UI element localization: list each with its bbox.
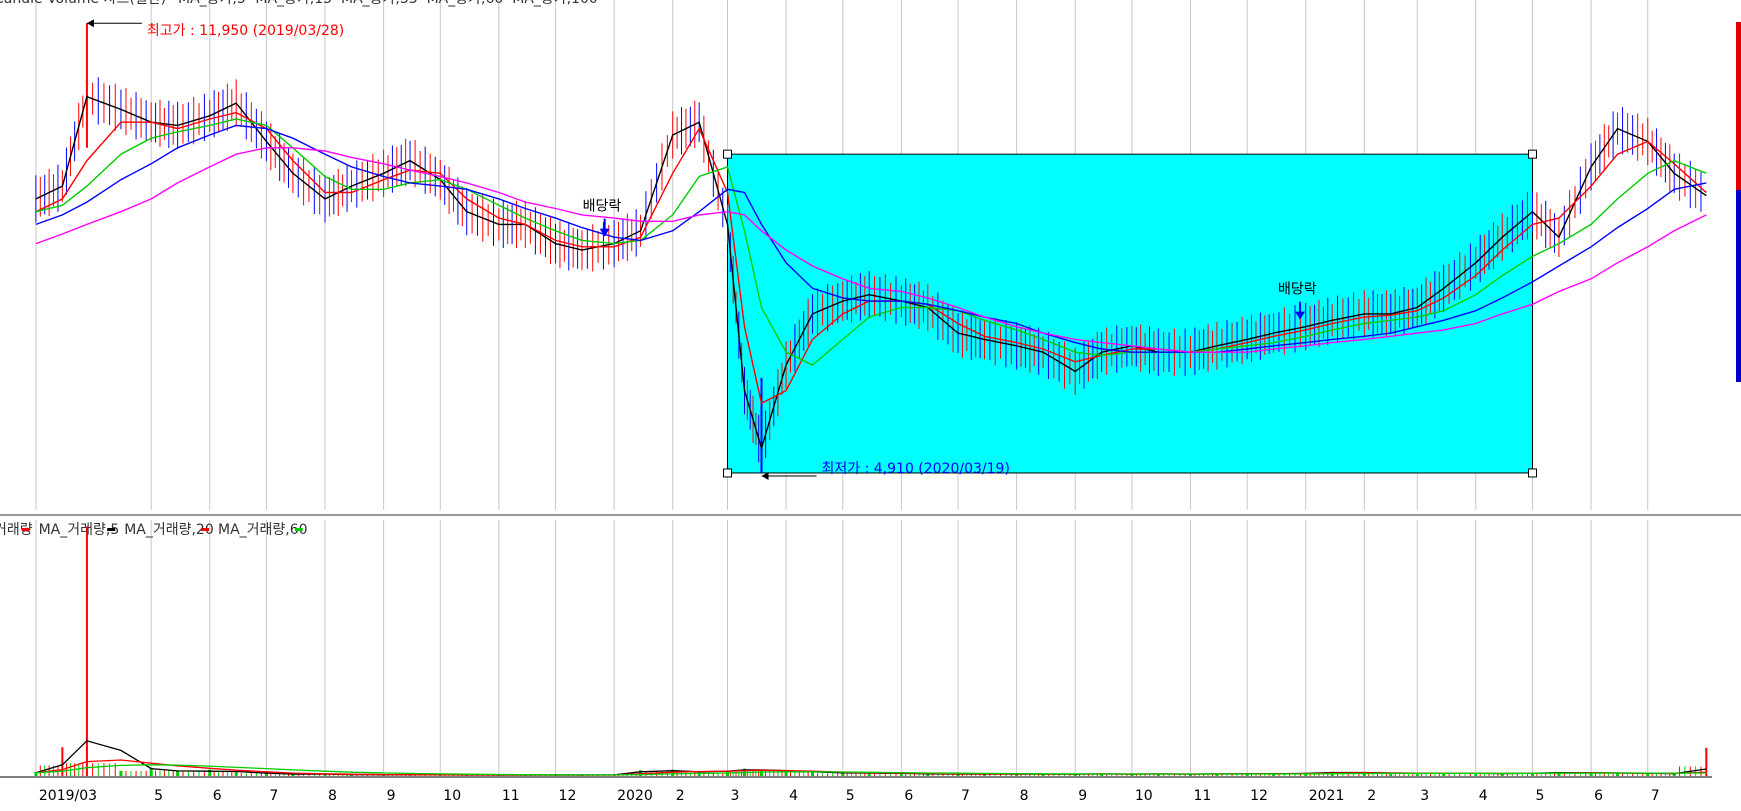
price-legend-label: MA_종가,33 <box>341 0 418 7</box>
x-tick-label: 10 <box>1135 788 1153 804</box>
x-tick-label: 7 <box>961 788 970 804</box>
side-scale-red <box>1736 22 1741 190</box>
price-legend-label: MA_종가,5 <box>178 0 246 7</box>
volume-legend-swatch <box>21 528 30 531</box>
selection-handle[interactable] <box>723 468 733 478</box>
price-legend-label: Candle Volume 차트(일간) <box>0 0 166 7</box>
x-tick-label: 2 <box>1367 788 1376 804</box>
x-tick-label: 11 <box>1193 788 1211 804</box>
price-legend-label: MA_종가,100 <box>512 0 598 7</box>
x-tick-label: 8 <box>1020 788 1029 804</box>
x-tick-label: 7 <box>269 788 278 804</box>
highlight-region[interactable] <box>723 149 1537 478</box>
volume-legend-label: MA_거래량,60 <box>218 522 308 538</box>
x-tick-label: 2019/03 <box>39 788 97 804</box>
volume-legend-swatch <box>294 528 303 531</box>
selection-handle[interactable] <box>1527 468 1537 478</box>
x-tick-label: 2 <box>676 788 685 804</box>
x-tick-label: 12 <box>559 788 577 804</box>
x-tick-label: 8 <box>328 788 337 804</box>
volume-legend-swatch <box>107 528 116 531</box>
x-tick-label: 3 <box>1420 788 1429 804</box>
selection-handle[interactable] <box>723 149 733 159</box>
x-tick-label: 3 <box>731 788 740 804</box>
x-tick-label: 4 <box>789 788 798 804</box>
x-tick-label: 2020 <box>617 788 653 804</box>
low-price-label: 최저가 : 4,910 (2020/03/19) <box>822 461 1010 477</box>
volume-legend-label: MA_거래량,5 <box>39 522 120 538</box>
dividend-label: 배당락 <box>583 199 622 215</box>
price-legend-label: MA_종가,60 <box>427 0 504 7</box>
x-tick-label: 5 <box>1535 788 1544 804</box>
x-tick-label: 2021 <box>1309 788 1345 804</box>
chart-canvas[interactable]: 최고가 : 11,950 (2019/03/28) 최저가 : 4,910 (20… <box>0 0 1741 807</box>
x-tick-label: 12 <box>1250 788 1268 804</box>
x-tick-label: 9 <box>387 788 396 804</box>
side-scale <box>1736 22 1741 382</box>
x-tick-label: 9 <box>1078 788 1087 804</box>
side-scale-blue <box>1736 190 1741 382</box>
x-tick-label: 6 <box>213 788 222 804</box>
x-tick-label: 5 <box>154 788 163 804</box>
price-legend-label: MA_종가,15 <box>255 0 332 7</box>
volume-legend-label: MA_거래량,20 <box>124 522 214 538</box>
volume-legend-swatch <box>201 528 209 531</box>
x-tick-label: 5 <box>846 788 855 804</box>
dividend-label: 배당락 <box>1278 282 1317 298</box>
x-tick-label: 7 <box>1651 788 1660 804</box>
high-price-label: 최고가 : 11,950 (2019/03/28) <box>147 23 344 39</box>
selection-handle[interactable] <box>1527 149 1537 159</box>
x-tick-label: 10 <box>443 788 461 804</box>
x-tick-label: 4 <box>1479 788 1488 804</box>
x-tick-label: 6 <box>904 788 913 804</box>
highlight-rectangle[interactable] <box>727 153 1533 474</box>
stock-chart[interactable]: 최고가 : 11,950 (2019/03/28) 최저가 : 4,910 (20… <box>0 0 1741 807</box>
x-tick-label: 11 <box>502 788 520 804</box>
x-tick-label: 6 <box>1594 788 1603 804</box>
